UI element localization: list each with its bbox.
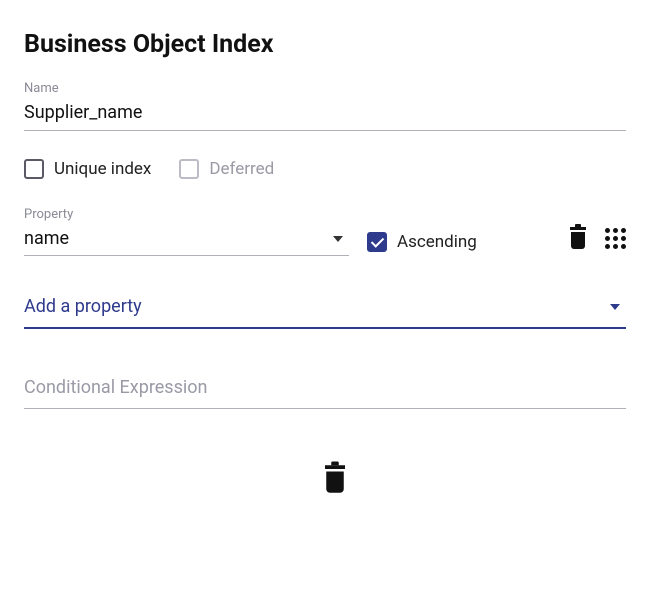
add-property-select[interactable]: Add a property [24,296,626,329]
conditional-expression-placeholder: Conditional Expression [24,377,207,398]
ascending-checkbox[interactable]: Ascending [367,232,477,252]
deferred-label: Deferred [209,159,274,179]
name-value: Supplier_name [24,102,626,123]
deferred-checkbox[interactable]: Deferred [179,159,274,179]
unique-index-checkbox[interactable]: Unique index [24,159,151,179]
property-value: name [24,228,69,249]
checkbox-icon [24,159,44,179]
drag-handle[interactable] [605,224,626,252]
property-row: Property name Ascending [24,207,626,256]
ascending-label: Ascending [397,232,477,252]
checkbox-checked-icon [367,232,387,252]
page-title: Business Object Index [24,30,626,59]
add-property-label: Add a property [24,296,142,317]
options-row: Unique index Deferred [24,159,626,179]
trash-icon [569,227,587,249]
delete-property-button[interactable] [569,224,587,252]
property-select[interactable]: Property name [24,207,349,256]
chevron-down-icon [333,236,343,242]
chevron-down-icon [610,304,620,310]
name-field[interactable]: Name Supplier_name [24,81,626,131]
unique-index-label: Unique index [54,159,151,179]
conditional-expression-input[interactable]: Conditional Expression [24,377,626,409]
delete-index-button[interactable] [44,465,626,493]
name-label: Name [24,81,626,96]
drag-icon [605,228,626,249]
form-container: Business Object Index Name Supplier_name… [0,0,650,515]
trash-icon [324,465,347,493]
checkbox-icon [179,159,199,179]
property-label: Property [24,207,349,222]
